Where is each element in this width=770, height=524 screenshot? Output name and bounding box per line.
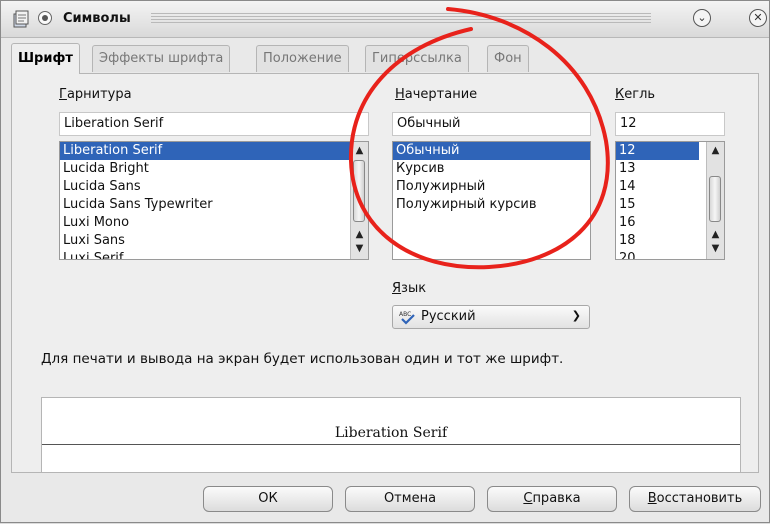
font-preview: Liberation Serif (41, 397, 741, 473)
font-family-input[interactable]: Liberation Serif (59, 112, 369, 136)
tab-background[interactable]: Фон (487, 45, 529, 72)
scroll-down-icon[interactable]: ▼ (352, 242, 367, 256)
list-item[interactable]: Полужирный (393, 178, 590, 196)
list-item[interactable]: 12 (616, 142, 699, 160)
font-size-label: Кегль (615, 87, 656, 102)
info-text: Для печати и вывода на экран будет испол… (41, 351, 564, 367)
font-family-list[interactable]: Liberation Serif Lucida Bright Lucida Sa… (59, 141, 369, 260)
tab-font[interactable]: Шрифт (11, 43, 80, 74)
preview-baseline (42, 444, 740, 445)
list-item[interactable]: Luxi Mono (60, 214, 368, 232)
scroll-down-icon[interactable]: ▼ (708, 242, 723, 256)
scroll-up-icon[interactable]: ▲ (708, 228, 723, 242)
list-item[interactable]: Liberation Serif (60, 142, 368, 160)
window-menu-icon[interactable] (38, 11, 52, 25)
tab-hyperlink[interactable]: Гиперссылка (365, 45, 469, 72)
cancel-button[interactable]: Отмена (345, 486, 475, 512)
font-style-list[interactable]: Обычный Курсив Полужирный Полужирный кур… (392, 141, 591, 260)
language-value: Русский (421, 309, 476, 324)
scroll-thumb[interactable] (353, 160, 365, 222)
list-item[interactable]: Полужирный курсив (393, 196, 590, 214)
preview-text: Liberation Serif (332, 425, 450, 441)
app-icon (13, 10, 29, 28)
tab-position[interactable]: Положение (256, 45, 349, 72)
list-item[interactable]: Обычный (393, 142, 590, 160)
title-bar-texture (151, 13, 651, 25)
font-style-input[interactable]: Обычный (392, 112, 591, 136)
close-button[interactable]: ✕ (749, 9, 767, 27)
language-label: Язык (392, 281, 427, 296)
scroll-up-icon[interactable]: ▲ (352, 228, 367, 242)
minimize-button[interactable]: ⌄ (693, 9, 711, 27)
reset-button[interactable]: Восстановить (629, 486, 761, 512)
list-item[interactable]: Lucida Sans Typewriter (60, 196, 368, 214)
chevron-down-icon: ❯ (571, 309, 581, 322)
svg-text:ABC: ABC (399, 311, 411, 318)
list-item[interactable]: Lucida Bright (60, 160, 368, 178)
scroll-up-icon[interactable]: ▲ (708, 144, 723, 158)
font-family-scrollbar[interactable]: ▲ ▲ ▼ (350, 142, 368, 259)
window-title: Символы (63, 11, 131, 26)
font-size-list[interactable]: 12 13 14 15 16 18 20 ▲ ▲ ▼ (615, 141, 725, 260)
ok-button[interactable]: ОК (203, 486, 333, 512)
tab-font-effects[interactable]: Эффекты шрифта (92, 45, 231, 72)
font-size-input[interactable]: 12 (615, 112, 725, 136)
font-size-scrollbar[interactable]: ▲ ▲ ▼ (706, 142, 724, 259)
language-dropdown[interactable]: ABC Русский ❯ (392, 305, 590, 329)
font-style-label: Начертание (395, 87, 478, 102)
help-button[interactable]: Справка (487, 486, 617, 512)
list-item[interactable]: Luxi Serif (60, 250, 368, 259)
list-item[interactable]: Luxi Sans (60, 232, 368, 250)
scroll-thumb[interactable] (709, 176, 721, 222)
title-bar[interactable]: Символы ⌄ ✕ (1, 1, 769, 38)
character-dialog: Символы ⌄ ✕ Шрифт Эффекты шрифта Положен… (0, 0, 770, 523)
font-family-label: Гарнитура (59, 87, 132, 102)
spellcheck-icon: ABC (399, 311, 415, 325)
scroll-up-icon[interactable]: ▲ (352, 144, 367, 158)
list-item[interactable]: Lucida Sans (60, 178, 368, 196)
list-item[interactable]: Курсив (393, 160, 590, 178)
